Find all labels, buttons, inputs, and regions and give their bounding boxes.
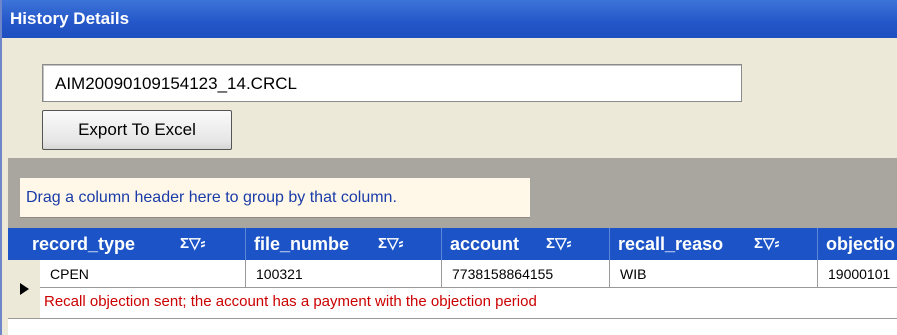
cell-recall-reason[interactable]: WIB [610, 260, 818, 288]
column-header-label: account [450, 234, 520, 254]
column-header-objection[interactable]: objectio [818, 228, 897, 260]
row-preview-note: Recall objection sent; the account has a… [40, 288, 897, 319]
column-header-icons[interactable]: Σ▽⸗ [546, 228, 572, 260]
column-header-label: file_numbe [254, 234, 350, 254]
column-header-recall-reason[interactable]: recall_reaso Σ▽⸗ [610, 228, 818, 260]
column-header-label: recall_reaso [618, 234, 724, 254]
group-by-hint: Drag a column header here to group by th… [20, 178, 530, 218]
column-header-label: objectio [826, 234, 896, 254]
group-by-panel[interactable]: Drag a column header here to group by th… [8, 158, 897, 228]
column-header-record-type[interactable]: record_type Σ▽⸗ [8, 228, 246, 260]
column-header-label: record_type [32, 234, 136, 254]
grid-empty-area [8, 318, 897, 335]
title-bar[interactable]: History Details [2, 0, 897, 38]
history-details-window: History Details AIM20090109154123_14.CRC… [0, 0, 897, 335]
row-note-text: Recall objection sent; the account has a… [44, 293, 537, 310]
cell-objection[interactable]: 19000101 [818, 260, 897, 288]
column-header-file-number[interactable]: file_numbe Σ▽⸗ [246, 228, 442, 260]
column-header-account[interactable]: account Σ▽⸗ [442, 228, 610, 260]
export-to-excel-button[interactable]: Export To Excel [42, 110, 232, 150]
cell-account[interactable]: 7738158864155 [442, 260, 610, 288]
history-grid: Drag a column header here to group by th… [8, 158, 897, 335]
table-row[interactable]: CPEN 100321 7738158864155 WIB 19000101 [8, 260, 897, 288]
file-name-field[interactable]: AIM20090109154123_14.CRCL [42, 64, 742, 102]
column-header-icons[interactable]: Σ▽⸗ [180, 228, 206, 260]
cell-record-type[interactable]: CPEN [40, 260, 246, 288]
column-header-icons[interactable]: Σ▽⸗ [378, 228, 404, 260]
top-panel: AIM20090109154123_14.CRCL Export To Exce… [8, 38, 897, 158]
window-title: History Details [10, 9, 130, 28]
grid-header-row: record_type Σ▽⸗ file_numbe Σ▽⸗ account Σ… [8, 228, 897, 260]
cell-file-number[interactable]: 100321 [246, 260, 442, 288]
column-header-icons[interactable]: Σ▽⸗ [754, 228, 780, 260]
